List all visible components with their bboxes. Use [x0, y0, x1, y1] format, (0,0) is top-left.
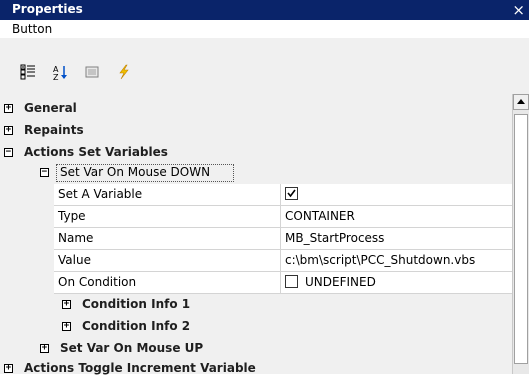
svg-text:Z: Z: [53, 73, 59, 80]
collapse-icon[interactable]: −: [40, 168, 49, 177]
prop-value[interactable]: CONTAINER: [280, 206, 512, 227]
group-label: Condition Info 2: [82, 319, 191, 333]
category-actions-set-variables[interactable]: − Actions Set Variables: [0, 142, 512, 164]
category-label: Actions Toggle Increment Variable: [24, 361, 256, 375]
group-label: Condition Info 1: [82, 297, 191, 311]
expand-icon[interactable]: +: [62, 300, 71, 309]
prop-name: Value: [58, 253, 91, 267]
category-label: General: [24, 101, 77, 115]
prop-value[interactable]: UNDEFINED: [280, 272, 512, 293]
prop-row-value[interactable]: Value c:\bm\script\PCC_Shutdown.vbs: [54, 250, 512, 272]
prop-value-text: UNDEFINED: [305, 275, 376, 289]
expand-icon[interactable]: +: [4, 126, 13, 135]
checkbox[interactable]: [285, 275, 298, 288]
prop-value-text: MB_StartProcess: [285, 231, 385, 245]
expand-icon[interactable]: +: [40, 344, 49, 353]
toolbar: A Z: [0, 38, 529, 94]
group-label: Set Var On Mouse UP: [60, 341, 204, 355]
scroll-up-button[interactable]: [513, 94, 529, 110]
category-label: Repaints: [24, 123, 84, 137]
group-set-var-up[interactable]: + Set Var On Mouse UP: [0, 338, 512, 360]
prop-row-set-a-variable[interactable]: Set A Variable: [54, 184, 512, 206]
prop-value-text: c:\bm\script\PCC_Shutdown.vbs: [285, 253, 476, 267]
prop-value[interactable]: c:\bm\script\PCC_Shutdown.vbs: [280, 250, 512, 271]
category-label: Actions Set Variables: [24, 145, 168, 159]
expand-icon[interactable]: +: [4, 104, 13, 113]
prop-name: On Condition: [58, 275, 137, 289]
checkmark-icon: [287, 189, 296, 198]
prop-name: Name: [58, 231, 94, 245]
prop-value[interactable]: MB_StartProcess: [280, 228, 512, 249]
expand-icon[interactable]: +: [4, 364, 13, 373]
close-button[interactable]: ×: [512, 0, 525, 20]
title-bar: Properties ×: [0, 0, 529, 20]
checkbox[interactable]: [285, 187, 298, 200]
property-pages-icon[interactable]: [84, 64, 100, 80]
prop-row-name[interactable]: Name MB_StartProcess: [54, 228, 512, 250]
group-condition-info-1[interactable]: + Condition Info 1: [0, 294, 512, 316]
prop-name: Type: [58, 209, 86, 223]
prop-row-on-condition[interactable]: On Condition UNDEFINED: [54, 272, 512, 294]
scroll-thumb[interactable]: [514, 114, 528, 364]
category-general[interactable]: + General: [0, 98, 512, 120]
prop-name: Set A Variable: [58, 187, 143, 201]
expand-icon[interactable]: +: [62, 322, 71, 331]
category-repaints[interactable]: + Repaints: [0, 120, 512, 142]
properties-panel: Properties × Button A Z + General + Repa…: [0, 0, 529, 375]
collapse-icon[interactable]: −: [4, 148, 13, 157]
selection-focus-rect: [56, 164, 234, 182]
object-type-label: Button: [12, 22, 53, 36]
alphabetical-icon[interactable]: A Z: [52, 64, 68, 82]
prop-row-type[interactable]: Type CONTAINER: [54, 206, 512, 228]
prop-value-text: CONTAINER: [285, 209, 355, 223]
categorized-icon[interactable]: [20, 64, 36, 80]
group-condition-info-2[interactable]: + Condition Info 2: [0, 316, 512, 338]
property-grid: + General + Repaints − Actions Set Varia…: [0, 94, 512, 375]
events-icon[interactable]: [116, 64, 132, 80]
category-actions-toggle[interactable]: + Actions Toggle Increment Variable: [0, 358, 512, 380]
arrow-up-icon: [517, 99, 525, 104]
window-title: Properties: [12, 2, 83, 16]
vertical-scrollbar[interactable]: [512, 94, 529, 374]
prop-value[interactable]: [280, 184, 512, 205]
